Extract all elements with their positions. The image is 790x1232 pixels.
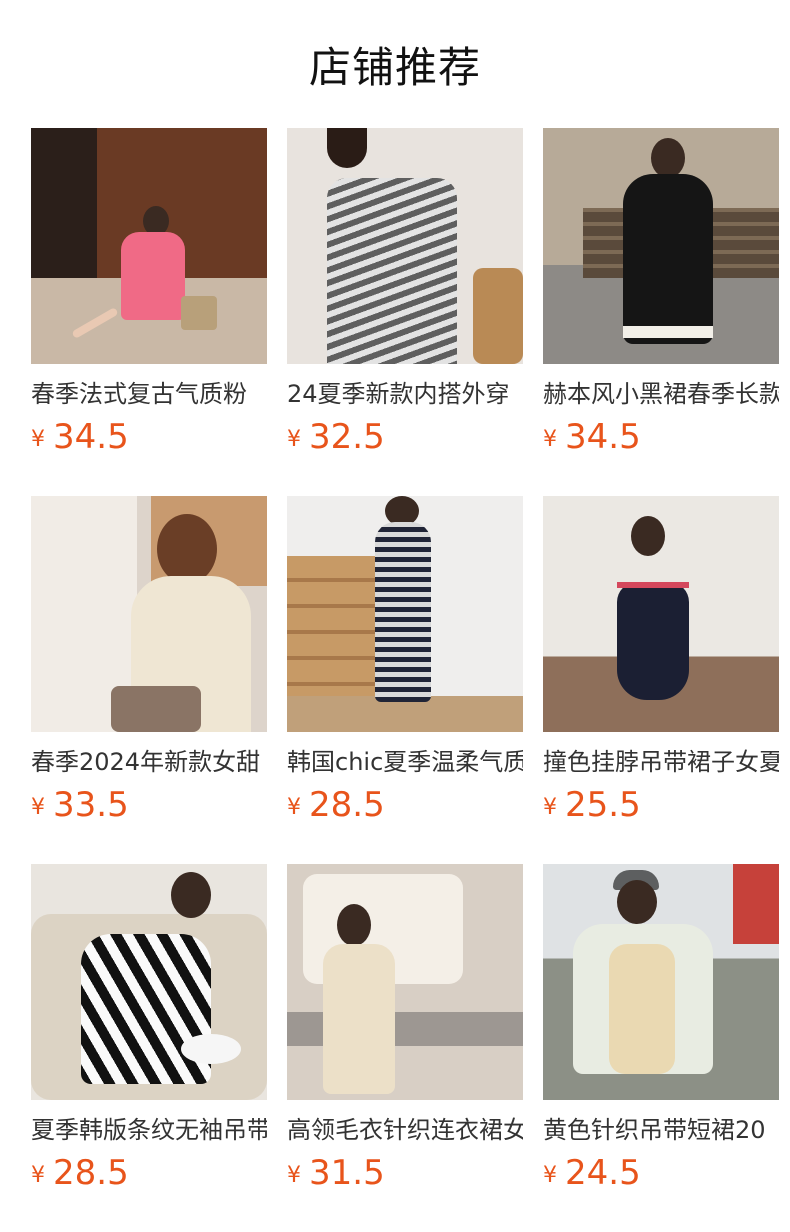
product-card[interactable]: 韩国chic夏季温柔气质 ¥ 28.5 <box>287 496 523 826</box>
product-image[interactable] <box>287 128 523 364</box>
price-value: 24.5 <box>565 1153 641 1193</box>
product-image[interactable] <box>31 128 267 364</box>
product-image[interactable] <box>543 864 779 1100</box>
price-value: 25.5 <box>565 785 641 825</box>
price-value: 28.5 <box>53 1153 129 1193</box>
product-price: ¥ 28.5 <box>287 786 523 824</box>
product-price: ¥ 34.5 <box>543 418 779 456</box>
price-value: 33.5 <box>53 785 129 825</box>
price-value: 34.5 <box>53 417 129 457</box>
product-price: ¥ 31.5 <box>287 1154 523 1192</box>
product-price: ¥ 28.5 <box>31 1154 267 1192</box>
price-value: 32.5 <box>309 417 385 457</box>
product-price: ¥ 33.5 <box>31 786 267 824</box>
product-price: ¥ 24.5 <box>543 1154 779 1192</box>
product-price: ¥ 32.5 <box>287 418 523 456</box>
section-title: 店铺推荐 <box>308 42 481 92</box>
product-card[interactable]: 撞色挂脖吊带裙子女夏 ¥ 25.5 <box>543 496 779 826</box>
product-name[interactable]: 高领毛衣针织连衣裙女 <box>287 1114 523 1146</box>
product-image[interactable] <box>543 128 779 364</box>
product-grid: 春季法式复古气质粉 ¥ 34.5 24夏季新款内搭外穿 ¥ 32.5 赫本风小黑… <box>0 128 790 1232</box>
product-card[interactable]: 夏季韩版条纹无袖吊带 ¥ 28.5 <box>31 864 267 1194</box>
product-card[interactable]: 黄色针织吊带短裙20 ¥ 24.5 <box>543 864 779 1194</box>
product-name[interactable]: 夏季韩版条纹无袖吊带 <box>31 1114 267 1146</box>
product-image[interactable] <box>287 496 523 732</box>
currency-symbol: ¥ <box>543 795 557 820</box>
product-name[interactable]: 赫本风小黑裙春季长款 <box>543 378 779 410</box>
currency-symbol: ¥ <box>543 427 557 452</box>
currency-symbol: ¥ <box>543 1163 557 1188</box>
currency-symbol: ¥ <box>31 795 45 820</box>
product-name[interactable]: 24夏季新款内搭外穿 <box>287 378 523 410</box>
product-card[interactable]: 高领毛衣针织连衣裙女 ¥ 31.5 <box>287 864 523 1194</box>
product-card[interactable]: 春季2024年新款女甜 ¥ 33.5 <box>31 496 267 826</box>
product-card[interactable]: 春季法式复古气质粉 ¥ 34.5 <box>31 128 267 458</box>
currency-symbol: ¥ <box>287 427 301 452</box>
product-price: ¥ 34.5 <box>31 418 267 456</box>
product-name[interactable]: 黄色针织吊带短裙20 <box>543 1114 779 1146</box>
product-name[interactable]: 韩国chic夏季温柔气质 <box>287 746 523 778</box>
price-value: 28.5 <box>309 785 385 825</box>
product-name[interactable]: 春季2024年新款女甜 <box>31 746 267 778</box>
currency-symbol: ¥ <box>31 1163 45 1188</box>
currency-symbol: ¥ <box>31 427 45 452</box>
product-image[interactable] <box>543 496 779 732</box>
page-header: 店铺推荐 <box>0 0 790 128</box>
product-price: ¥ 25.5 <box>543 786 779 824</box>
product-image[interactable] <box>31 496 267 732</box>
currency-symbol: ¥ <box>287 1163 301 1188</box>
product-card[interactable]: 赫本风小黑裙春季长款 ¥ 34.5 <box>543 128 779 458</box>
price-value: 34.5 <box>565 417 641 457</box>
product-name[interactable]: 春季法式复古气质粉 <box>31 378 267 410</box>
product-image[interactable] <box>31 864 267 1100</box>
product-image[interactable] <box>287 864 523 1100</box>
product-card[interactable]: 24夏季新款内搭外穿 ¥ 32.5 <box>287 128 523 458</box>
product-name[interactable]: 撞色挂脖吊带裙子女夏 <box>543 746 779 778</box>
price-value: 31.5 <box>309 1153 385 1193</box>
currency-symbol: ¥ <box>287 795 301 820</box>
